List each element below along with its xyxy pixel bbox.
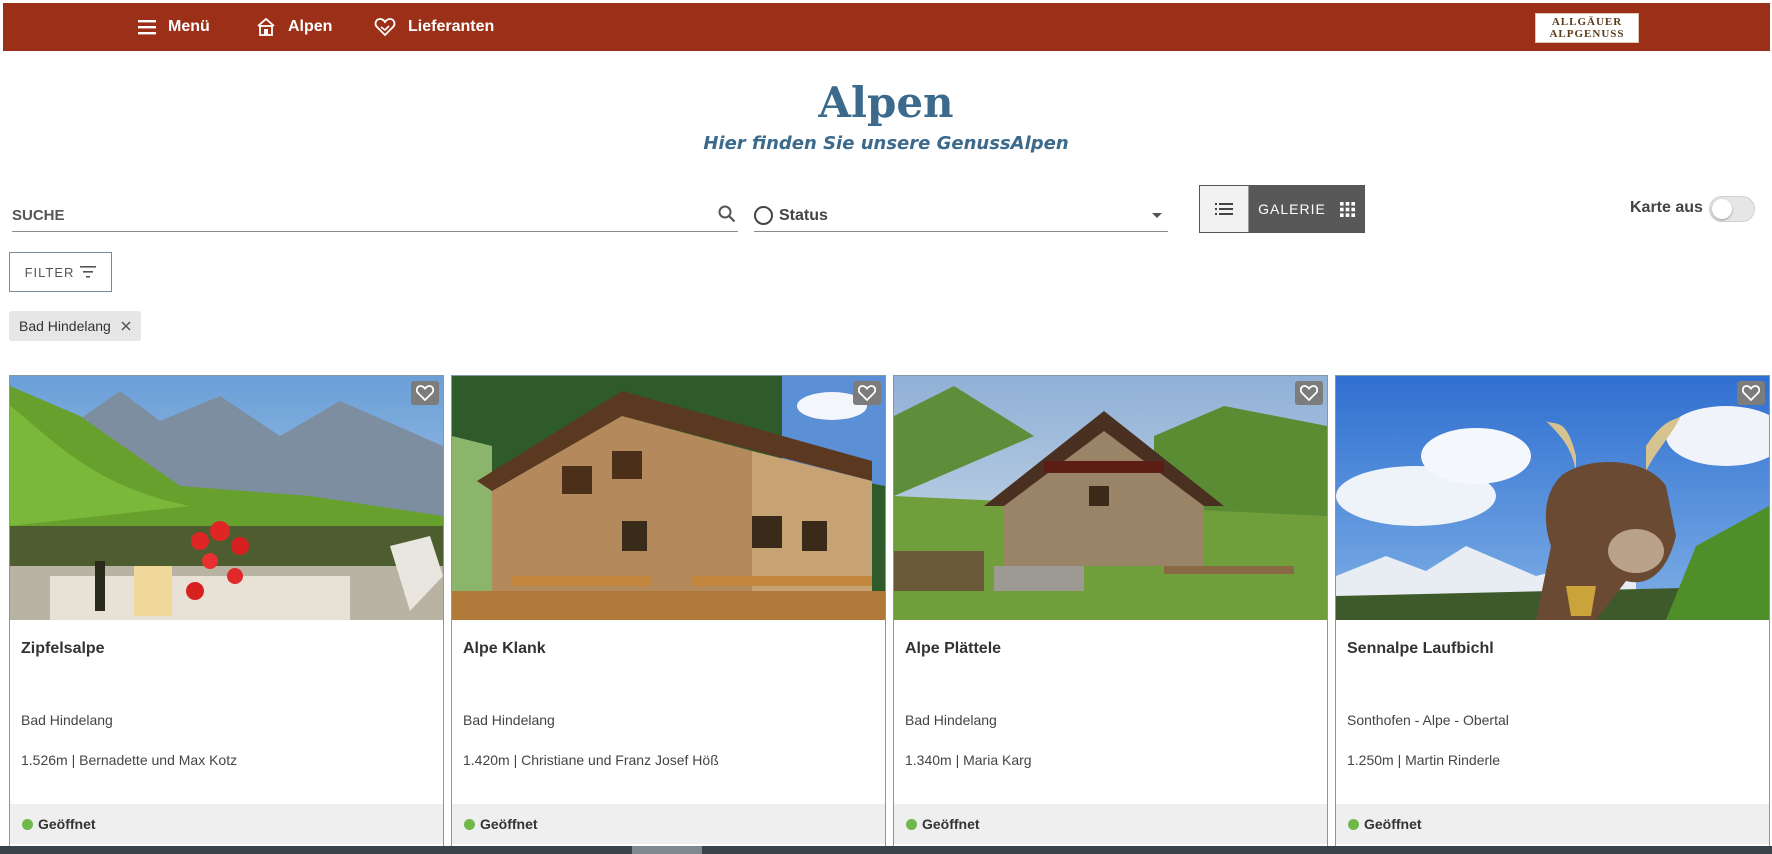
handshake-heart-icon	[374, 18, 396, 37]
favorite-button[interactable]	[853, 381, 881, 405]
card-title: Zipfelsalpe	[21, 640, 105, 657]
scrollbar-thumb[interactable]	[632, 846, 702, 854]
filter-chip-bad-hindelang: Bad Hindelang	[9, 311, 141, 341]
card-status-label: Geöffnet	[922, 816, 980, 832]
logo-text-line2: ALPGENUSS	[1549, 28, 1625, 40]
search-icon[interactable]	[718, 205, 736, 223]
card-location: Bad Hindelang	[905, 712, 997, 728]
card-status-label: Geöffnet	[38, 816, 96, 832]
nav-link-lieferanten[interactable]: Lieferanten	[374, 3, 494, 51]
alp-card[interactable]: Sennalpe Laufbichl Sonthofen - Alpe - Ob…	[1335, 375, 1770, 854]
card-status: Geöffnet	[894, 804, 1327, 844]
card-photo-alpe-klank	[452, 376, 885, 620]
heart-icon	[858, 385, 876, 401]
card-status-label: Geöffnet	[480, 816, 538, 832]
filter-button[interactable]: FILTER	[9, 252, 112, 292]
status-select[interactable]: Status	[754, 200, 1168, 232]
chevron-down-icon	[1152, 213, 1162, 218]
logo-text-line1: ALLGÄUER	[1551, 16, 1623, 28]
map-toggle-switch[interactable]	[1709, 196, 1755, 222]
favorite-button[interactable]	[1737, 381, 1765, 405]
filter-chip-label: Bad Hindelang	[19, 318, 111, 334]
lieferanten-label: Lieferanten	[408, 18, 495, 35]
card-location: Bad Hindelang	[21, 712, 113, 728]
status-label: Status	[779, 206, 828, 224]
alp-card[interactable]: Zipfelsalpe Bad Hindelang 1.526m | Berna…	[9, 375, 444, 854]
horizontal-scrollbar[interactable]	[0, 846, 1772, 854]
card-location: Sonthofen - Alpe - Obertal	[1347, 712, 1509, 728]
status-dot-icon	[906, 818, 917, 830]
alp-hut-icon	[257, 17, 275, 36]
card-details: 1.340m | Maria Karg	[905, 752, 1032, 768]
card-title: Sennalpe Laufbichl	[1347, 640, 1494, 657]
grid-icon	[1339, 201, 1355, 217]
card-details: 1.250m | Martin Rinderle	[1347, 752, 1501, 768]
map-toggle-label: Karte aus	[1630, 199, 1703, 216]
alp-card[interactable]: Alpe Plättele Bad Hindelang 1.340m | Mar…	[893, 375, 1328, 854]
heart-icon	[1742, 385, 1760, 401]
list-view-button[interactable]	[1200, 186, 1249, 232]
menu-label: Menü	[168, 18, 210, 35]
heart-icon	[1300, 385, 1318, 401]
alpen-label: Alpen	[288, 18, 333, 35]
card-details: 1.420m | Christiane und Franz Josef Höß	[463, 752, 719, 768]
page-subtitle: Hier finden Sie unsere GenussAlpen	[703, 133, 1069, 154]
gallery-view-button[interactable]: GALERIE	[1249, 186, 1364, 232]
top-navigation-bar: Menü Alpen Lieferanten ALLGÄUER ALPGENUS…	[3, 3, 1770, 51]
favorite-button[interactable]	[1295, 381, 1323, 405]
gallery-view-label: GALERIE	[1258, 201, 1326, 217]
status-dot-icon	[22, 818, 33, 830]
heart-icon	[416, 385, 434, 401]
card-status: Geöffnet	[1336, 804, 1769, 844]
hamburger-icon	[138, 20, 156, 35]
status-dot-icon	[464, 818, 475, 830]
card-location: Bad Hindelang	[463, 712, 555, 728]
card-status-label: Geöffnet	[1364, 816, 1422, 832]
nav-link-alpen[interactable]: Alpen	[256, 3, 332, 51]
card-title: Alpe Klank	[463, 640, 546, 657]
close-icon[interactable]	[121, 321, 131, 331]
page-title: Alpen	[818, 78, 954, 127]
card-status: Geöffnet	[452, 804, 885, 844]
card-details: 1.526m | Bernadette und Max Kotz	[21, 752, 238, 768]
card-title: Alpe Plättele	[905, 640, 1002, 657]
view-toggle: GALERIE	[1199, 185, 1365, 233]
menu-button[interactable]: Menü	[138, 3, 210, 51]
status-dot-icon	[1348, 818, 1359, 830]
favorite-button[interactable]	[411, 381, 439, 405]
card-photo-zipfelsalpe	[10, 376, 443, 620]
list-icon	[1215, 203, 1233, 215]
map-toggle-knob	[1712, 199, 1732, 219]
alp-card[interactable]: Alpe Klank Bad Hindelang 1.420m | Christ…	[451, 375, 886, 854]
card-photo-sennalpe-laufbichl	[1336, 376, 1769, 620]
card-photo-alpe-plaettele	[894, 376, 1327, 620]
brand-logo[interactable]: ALLGÄUER ALPGENUSS	[1535, 13, 1639, 43]
search-input[interactable]	[12, 200, 702, 230]
card-status: Geöffnet	[10, 804, 443, 844]
filter-icon	[80, 266, 97, 278]
status-circle-icon	[754, 206, 773, 225]
filter-label: FILTER	[24, 264, 75, 280]
search-field	[12, 200, 738, 232]
